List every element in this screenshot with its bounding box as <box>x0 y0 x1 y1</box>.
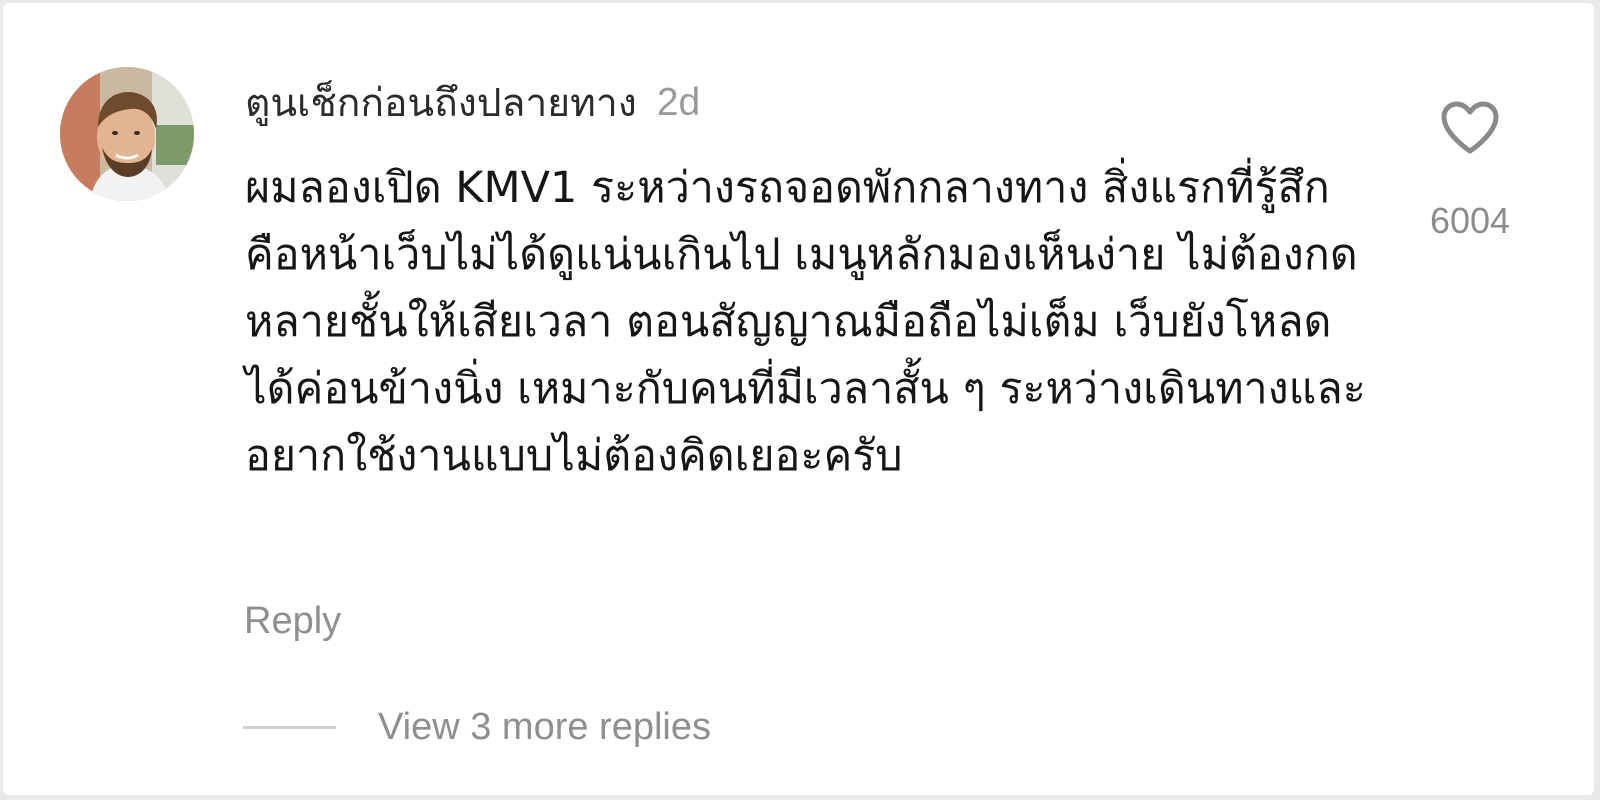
comment-text: ผมลองเปิด KMV1 ระหว่างรถจอดพักกลางทาง สิ… <box>245 163 1366 481</box>
comment-timestamp: 2d <box>656 81 701 124</box>
comment-header: ตูนเช็กก่อนถึงปลายทาง 2d <box>245 75 700 131</box>
reply-button[interactable]: Reply <box>244 600 341 643</box>
view-more-replies-button[interactable]: View 3 more replies <box>243 703 711 751</box>
avatar[interactable] <box>60 67 194 201</box>
heart-outline-icon <box>1441 101 1499 154</box>
username[interactable]: ตูนเช็กก่อนถึงปลายทาง <box>245 72 637 134</box>
like-count: 6004 <box>1429 200 1511 241</box>
avatar-image <box>60 67 194 201</box>
replies-divider-line <box>243 725 336 729</box>
comment-card: ตูนเช็กก่อนถึงปลายทาง 2d ผมลองเปิด KMV1 … <box>3 3 1594 795</box>
view-more-replies-label: View 3 more replies <box>378 705 712 748</box>
like-button[interactable] <box>1440 101 1500 155</box>
